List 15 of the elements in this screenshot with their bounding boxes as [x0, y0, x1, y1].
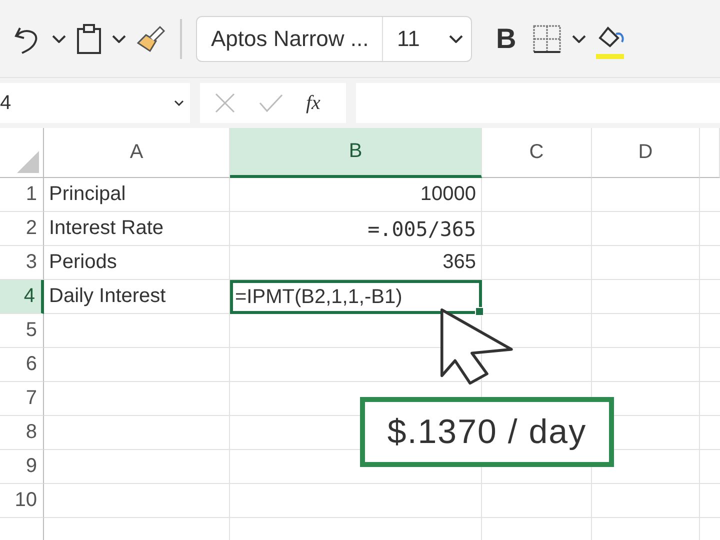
table-cell: 365: [230, 246, 482, 280]
bold-button[interactable]: B: [490, 22, 522, 54]
name-box[interactable]: 4: [0, 83, 190, 123]
table-cell: 10000: [230, 178, 482, 212]
table-cell: Interest Rate: [44, 212, 230, 246]
insert-function-button[interactable]: fx: [306, 92, 320, 114]
table-cell: Daily Interest: [44, 280, 230, 314]
font-size-dropdown[interactable]: 11: [383, 16, 471, 60]
table-cell: =.005/365: [230, 212, 482, 246]
result-callout: $.1370 / day: [360, 397, 614, 467]
font-dropdown[interactable]: Aptos Narrow ...: [197, 16, 383, 60]
row-header[interactable]: 4: [0, 280, 44, 314]
table-cell: Periods: [44, 246, 230, 280]
table-cell: Principal: [44, 178, 230, 212]
column-header[interactable]: B: [230, 128, 482, 178]
